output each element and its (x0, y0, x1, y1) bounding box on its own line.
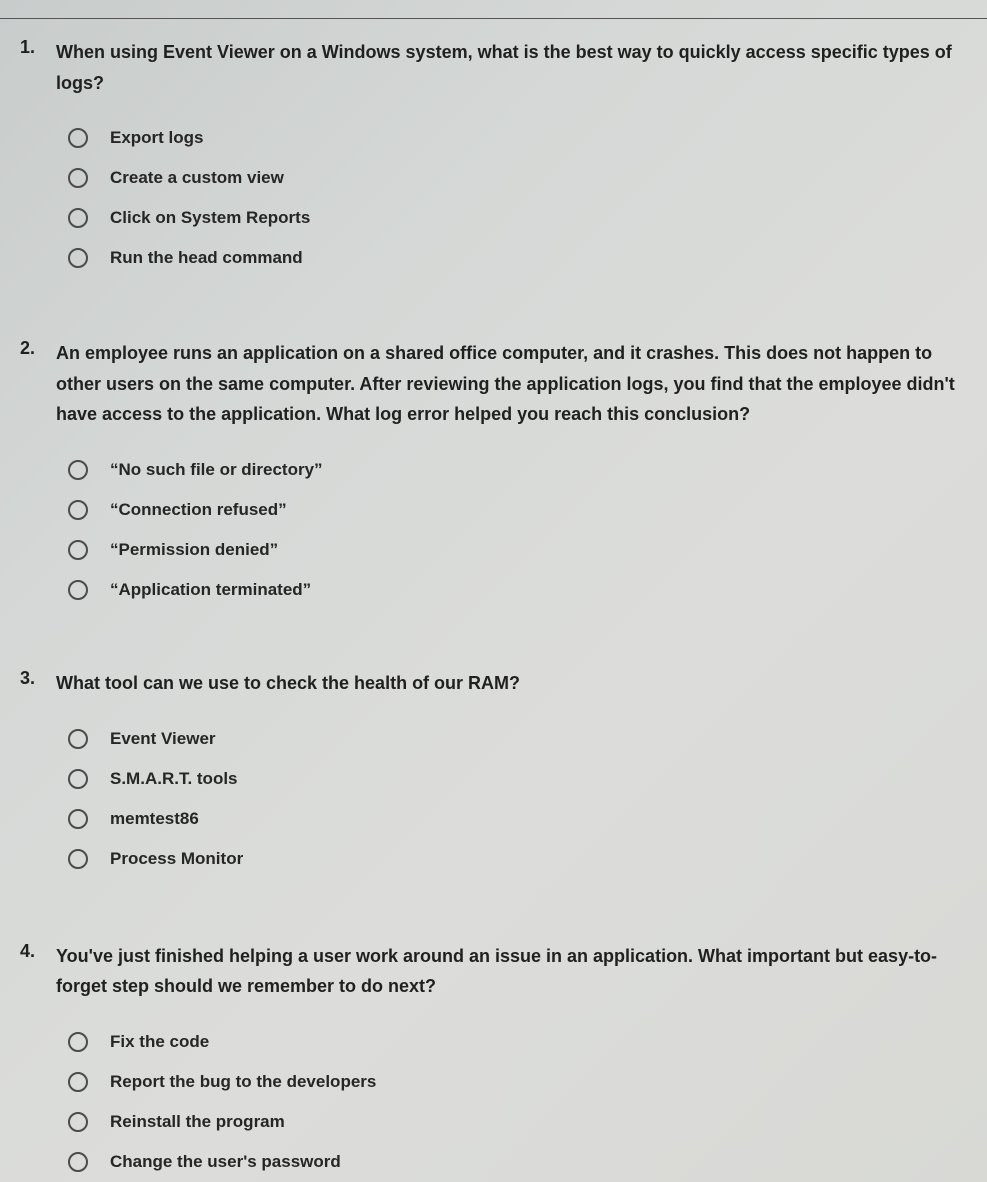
option-radio[interactable]: “Application terminated” (68, 580, 967, 600)
question-text: What tool can we use to check the health… (56, 668, 967, 699)
option-label: Create a custom view (110, 168, 284, 188)
options-list: Fix the code Report the bug to the devel… (20, 1032, 967, 1172)
option-label: S.M.A.R.T. tools (110, 769, 238, 789)
option-label: Run the head command (110, 248, 303, 268)
option-radio[interactable]: Create a custom view (68, 168, 967, 188)
options-list: Event Viewer S.M.A.R.T. tools memtest86 … (20, 729, 967, 869)
radio-icon (68, 248, 88, 268)
radio-icon (68, 849, 88, 869)
question-text: An employee runs an application on a sha… (56, 338, 967, 430)
option-radio[interactable]: “Permission denied” (68, 540, 967, 560)
options-list: Export logs Create a custom view Click o… (20, 128, 967, 268)
question-4: 4. You've just finished helping a user w… (20, 941, 967, 1172)
option-radio[interactable]: Fix the code (68, 1032, 967, 1052)
radio-icon (68, 128, 88, 148)
option-label: “No such file or directory” (110, 460, 323, 480)
option-radio[interactable]: Reinstall the program (68, 1112, 967, 1132)
option-radio[interactable]: Event Viewer (68, 729, 967, 749)
question-number: 3. (20, 668, 56, 689)
option-label: Fix the code (110, 1032, 209, 1052)
radio-icon (68, 500, 88, 520)
option-label: Process Monitor (110, 849, 243, 869)
radio-icon (68, 1072, 88, 1092)
option-radio[interactable]: “No such file or directory” (68, 460, 967, 480)
question-header: 2. An employee runs an application on a … (20, 338, 967, 430)
option-label: Change the user's password (110, 1152, 341, 1172)
question-header: 4. You've just finished helping a user w… (20, 941, 967, 1002)
option-label: memtest86 (110, 809, 199, 829)
option-radio[interactable]: memtest86 (68, 809, 967, 829)
option-label: “Connection refused” (110, 500, 287, 520)
options-list: “No such file or directory” “Connection … (20, 460, 967, 600)
option-radio[interactable]: “Connection refused” (68, 500, 967, 520)
radio-icon (68, 1032, 88, 1052)
question-header: 1. When using Event Viewer on a Windows … (20, 37, 967, 98)
radio-icon (68, 1112, 88, 1132)
question-text: When using Event Viewer on a Windows sys… (56, 37, 967, 98)
question-2: 2. An employee runs an application on a … (20, 338, 967, 600)
option-label: “Permission denied” (110, 540, 278, 560)
radio-icon (68, 729, 88, 749)
radio-icon (68, 540, 88, 560)
option-label: “Application terminated” (110, 580, 311, 600)
option-radio[interactable]: Report the bug to the developers (68, 1072, 967, 1092)
radio-icon (68, 809, 88, 829)
option-radio[interactable]: S.M.A.R.T. tools (68, 769, 967, 789)
radio-icon (68, 580, 88, 600)
option-label: Click on System Reports (110, 208, 310, 228)
question-1: 1. When using Event Viewer on a Windows … (20, 37, 967, 268)
option-radio[interactable]: Click on System Reports (68, 208, 967, 228)
option-radio[interactable]: Run the head command (68, 248, 967, 268)
question-3: 3. What tool can we use to check the hea… (20, 668, 967, 869)
radio-icon (68, 208, 88, 228)
option-label: Event Viewer (110, 729, 216, 749)
radio-icon (68, 168, 88, 188)
question-number: 2. (20, 338, 56, 359)
radio-icon (68, 1152, 88, 1172)
option-label: Export logs (110, 128, 204, 148)
question-header: 3. What tool can we use to check the hea… (20, 668, 967, 699)
option-radio[interactable]: Change the user's password (68, 1152, 967, 1172)
option-label: Reinstall the program (110, 1112, 285, 1132)
radio-icon (68, 460, 88, 480)
question-number: 4. (20, 941, 56, 962)
quiz-content: 1. When using Event Viewer on a Windows … (0, 19, 987, 1172)
question-text: You've just finished helping a user work… (56, 941, 967, 1002)
option-label: Report the bug to the developers (110, 1072, 376, 1092)
option-radio[interactable]: Process Monitor (68, 849, 967, 869)
radio-icon (68, 769, 88, 789)
question-number: 1. (20, 37, 56, 58)
option-radio[interactable]: Export logs (68, 128, 967, 148)
